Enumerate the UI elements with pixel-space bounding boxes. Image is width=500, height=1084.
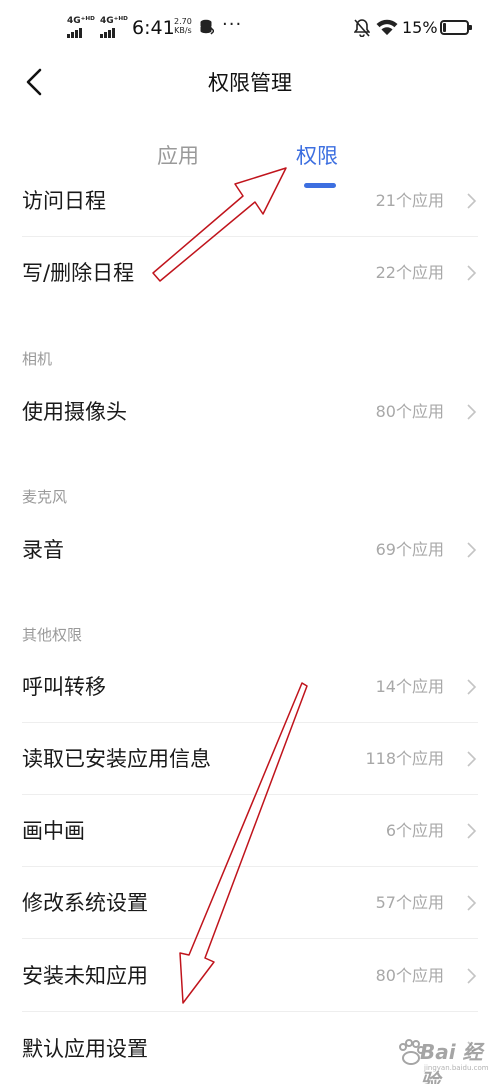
page-title: 权限管理 (208, 71, 292, 95)
signal-icon (100, 28, 128, 38)
permission-label: 录音 (22, 538, 64, 562)
battery-percent: 15% (402, 18, 438, 37)
watermark-url: jingyan.baidu.com (424, 1064, 489, 1072)
chevron-right-icon (467, 823, 477, 839)
permission-row-install-unknown[interactable]: 安装未知应用 80个应用 (0, 940, 500, 1012)
permission-row-picture-in-picture[interactable]: 画中画 6个应用 (0, 795, 500, 867)
permission-row-installed-apps[interactable]: 读取已安装应用信息 118个应用 (0, 723, 500, 795)
section-header-microphone: 麦克风 (22, 488, 68, 506)
speed-value: 2.70 (174, 17, 192, 26)
network-type-label: 4G⁺ᴴᴰ (67, 16, 95, 26)
permission-row-call-forwarding[interactable]: 呼叫转移 14个应用 (0, 651, 500, 723)
network-indicator-2: 4G⁺ᴴᴰ (100, 17, 128, 38)
signal-icon (67, 28, 95, 38)
wifi-icon (376, 19, 398, 35)
app-count: 69个应用 (375, 540, 444, 559)
app-count: 22个应用 (375, 263, 444, 282)
watermark-logo: Bai 经验 jingyan.baidu.com (396, 1030, 496, 1084)
tab-apps[interactable]: 应用 (157, 140, 199, 170)
chevron-right-icon (467, 895, 477, 911)
permission-label: 写/删除日程 (22, 261, 135, 285)
divider (22, 1011, 478, 1012)
active-tab-indicator (304, 183, 336, 188)
divider (22, 938, 478, 939)
app-count: 6个应用 (385, 821, 444, 840)
battery-icon (440, 20, 472, 35)
mute-icon (354, 19, 370, 37)
data-icon (200, 19, 214, 35)
section-header-camera: 相机 (22, 350, 53, 368)
permission-label: 安装未知应用 (22, 964, 148, 988)
watermark-text: Bai 经验 (420, 1040, 483, 1084)
chevron-right-icon (467, 542, 477, 558)
tab-bar: 应用 权限 (0, 130, 500, 192)
permission-label: 画中画 (22, 819, 85, 843)
chevron-right-icon (467, 265, 477, 281)
chevron-right-icon (467, 679, 477, 695)
permission-label: 读取已安装应用信息 (22, 747, 211, 771)
app-count: 80个应用 (375, 966, 444, 985)
app-header: 权限管理 (0, 56, 500, 106)
chevron-right-icon (467, 968, 477, 984)
chevron-right-icon (467, 751, 477, 767)
permission-row-record-audio[interactable]: 录音 69个应用 (0, 514, 500, 586)
permission-label: 修改系统设置 (22, 891, 148, 915)
permission-label: 使用摄像头 (22, 400, 127, 424)
more-notifications-icon: ··· (222, 14, 243, 35)
tab-permissions[interactable]: 权限 (296, 140, 338, 170)
chevron-right-icon (467, 404, 477, 420)
network-indicator-1: 4G⁺ᴴᴰ (67, 17, 95, 38)
permission-label: 默认应用设置 (22, 1037, 148, 1061)
permission-row-camera[interactable]: 使用摄像头 80个应用 (0, 376, 500, 448)
network-speed: 2.70 KB/s (174, 17, 192, 35)
network-type-label: 4G⁺ᴴᴰ (100, 16, 128, 26)
chevron-right-icon (467, 193, 477, 209)
app-count: 80个应用 (375, 402, 444, 421)
clock: 6:41 (132, 17, 175, 39)
status-bar: 4G⁺ᴴᴰ 4G⁺ᴴᴰ 6:41 2.70 KB/s ··· 15% (0, 0, 500, 56)
permission-label: 呼叫转移 (22, 675, 106, 699)
app-count: 57个应用 (375, 893, 444, 912)
permission-row-calendar-write[interactable]: 写/删除日程 22个应用 (0, 237, 500, 309)
permission-row-modify-settings[interactable]: 修改系统设置 57个应用 (0, 867, 500, 939)
app-count: 14个应用 (375, 677, 444, 696)
speed-unit: KB/s (174, 26, 192, 35)
app-count: 118个应用 (365, 749, 444, 768)
section-header-other: 其他权限 (22, 626, 83, 644)
